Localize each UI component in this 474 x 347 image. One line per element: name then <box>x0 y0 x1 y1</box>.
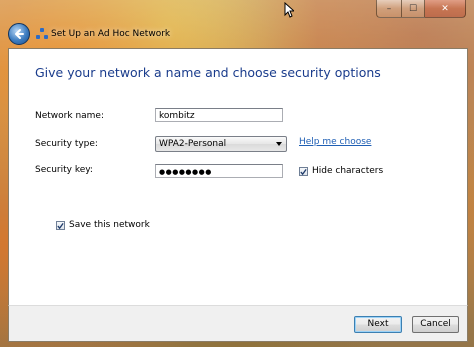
security-type-value: WPA2-Personal <box>159 139 227 149</box>
save-network-checkbox[interactable] <box>56 221 65 230</box>
wizard-content: Give your network a name and choose secu… <box>8 48 468 306</box>
chevron-down-icon <box>276 142 282 146</box>
network-name-input[interactable]: kombitz <box>155 108 283 122</box>
cancel-button[interactable]: Cancel <box>412 316 459 333</box>
caption-buttons: – ☐ ✕ <box>376 0 466 18</box>
minimize-button[interactable]: – <box>376 0 402 18</box>
wizard-footer: Next Cancel <box>8 305 468 342</box>
close-button[interactable]: ✕ <box>425 0 466 18</box>
hide-characters-checkbox[interactable] <box>299 167 308 176</box>
page-title: Give your network a name and choose secu… <box>35 65 381 80</box>
navigation-bar: Set Up an Ad Hoc Network <box>8 22 170 46</box>
help-me-choose-link[interactable]: Help me choose <box>299 137 371 147</box>
next-button[interactable]: Next <box>354 316 402 333</box>
maximize-button[interactable]: ☐ <box>402 0 425 18</box>
hide-characters-label: Hide characters <box>312 166 384 176</box>
network-icon <box>36 28 48 40</box>
back-arrow-icon <box>15 29 24 39</box>
security-type-dropdown[interactable]: WPA2-Personal <box>155 136 287 152</box>
back-button[interactable] <box>8 23 30 45</box>
network-name-label: Network name: <box>35 111 104 121</box>
checkmark-icon <box>300 168 307 175</box>
security-type-label: Security type: <box>35 139 98 149</box>
checkmark-icon <box>57 222 64 229</box>
window-title: Set Up an Ad Hoc Network <box>51 29 171 39</box>
save-network-label: Save this network <box>69 220 150 230</box>
security-key-label: Security key: <box>35 165 93 175</box>
security-key-input[interactable]: ●●●●●●●● <box>155 164 283 178</box>
mouse-cursor-icon <box>284 2 294 18</box>
